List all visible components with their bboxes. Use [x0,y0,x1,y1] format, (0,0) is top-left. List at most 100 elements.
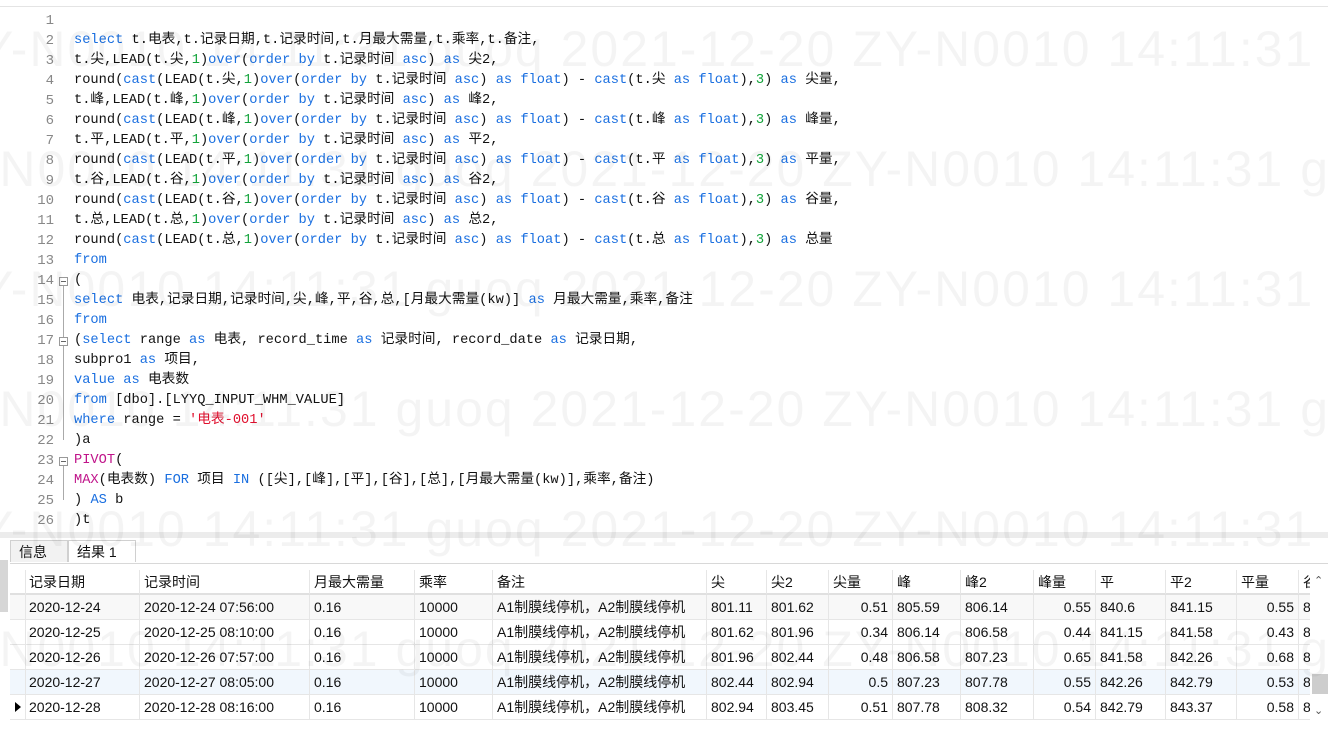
grid-cell[interactable]: 10000 [415,670,493,694]
grid-cell[interactable]: A1制膜线停机，A2制膜线停机 [493,645,707,669]
grid-cell[interactable]: 0.55 [1034,670,1096,694]
grid-cell[interactable]: 843.37 [1166,695,1237,719]
row-indicator[interactable] [10,620,26,645]
grid-cell[interactable]: 807.78 [893,695,961,719]
grid-cell[interactable]: 842.26 [1096,670,1166,694]
scroll-down-icon[interactable]: ⌄ [1314,704,1323,717]
grid-cell[interactable]: 806.14 [893,620,961,644]
sql-editor[interactable]: 1 2 3 4 5 6 7 8 9 10 11 12 13 14 15 16 17 18 19 20 21 22 23 24 2… [0,6,1328,533]
grid-cell[interactable]: 0.58 [1237,695,1299,719]
grid-cell[interactable]: 0.16 [310,620,415,644]
column-header[interactable]: 尖2 [767,570,829,594]
row-indicator[interactable] [10,670,26,695]
code-line[interactable]: select t.电表,t.记录日期,t.记录时间,t.月最大需量,t.乘率,t… [74,31,539,51]
grid-cell[interactable]: 801.96 [707,645,767,669]
grid-cell[interactable]: A1制膜线停机，A2制膜线停机 [493,620,707,644]
grid-cell[interactable]: 0.65 [1034,645,1096,669]
grid-cell[interactable]: 802.94 [707,695,767,719]
code-line[interactable]: t.平,LEAD(t.平,1)over(order by t.记录时间 asc)… [74,131,498,151]
grid-cell[interactable]: 0.5 [829,670,893,694]
grid-cell[interactable]: 840.6 [1096,595,1166,619]
column-header[interactable]: 记录日期 [25,570,140,594]
code-line[interactable]: t.总,LEAD(t.总,1)over(order by t.记录时间 asc)… [74,211,498,231]
grid-cell[interactable]: 806.14 [961,595,1034,619]
scroll-up-icon[interactable]: ⌃ [1314,574,1323,587]
code-line[interactable]: PIVOT( [74,451,123,471]
row-indicator[interactable] [10,695,26,720]
grid-cell[interactable]: A1制膜线停机，A2制膜线停机 [493,670,707,694]
grid-cell[interactable]: 0.34 [829,620,893,644]
column-header[interactable]: 乘率 [415,570,493,594]
grid-cell[interactable]: 2020-12-26 [25,645,140,669]
grid-cell[interactable]: 0.55 [1034,595,1096,619]
column-header[interactable]: 平 [1096,570,1166,594]
grid-cell[interactable]: 806.58 [893,645,961,669]
code-line[interactable]: round(cast(LEAD(t.谷,1)over(order by t.记录… [74,191,841,211]
grid-cell[interactable]: 2020-12-25 [25,620,140,644]
code-line[interactable]: subpro1 as 项目, [74,351,200,371]
row-indicator[interactable] [10,595,26,620]
column-header[interactable]: 峰量 [1034,570,1096,594]
row-indicator[interactable] [10,645,26,670]
grid-cell[interactable]: 10000 [415,595,493,619]
grid-cell[interactable]: 0.16 [310,645,415,669]
left-scrollbar[interactable] [0,560,8,612]
result-grid[interactable]: 记录日期记录时间月最大需量乘率备注尖尖2尖量峰峰2峰量平平2平量谷2020-12… [10,570,1317,720]
grid-cell[interactable]: 2020-12-27 [25,670,140,694]
grid-cell[interactable]: 808.32 [961,695,1034,719]
grid-cell[interactable]: 802.44 [707,670,767,694]
grid-cell[interactable]: 0.51 [829,595,893,619]
grid-cell[interactable]: 10000 [415,645,493,669]
code-line[interactable]: t.尖,LEAD(t.尖,1)over(order by t.记录时间 asc)… [74,51,498,71]
scroll-thumb[interactable] [1312,674,1328,694]
column-header[interactable]: 月最大需量 [310,570,415,594]
column-header[interactable]: 平2 [1166,570,1237,594]
code-line[interactable]: t.峰,LEAD(t.峰,1)over(order by t.记录时间 asc)… [74,91,498,111]
grid-cell[interactable]: 2020-12-28 08:16:00 [140,695,310,719]
grid-cell[interactable]: 0.43 [1237,620,1299,644]
grid-cell[interactable]: 0.68 [1237,645,1299,669]
grid-cell[interactable]: 2020-12-27 08:05:00 [140,670,310,694]
grid-cell[interactable]: 0.53 [1237,670,1299,694]
column-header[interactable]: 备注 [493,570,707,594]
row-indicator[interactable] [10,570,26,595]
grid-cell[interactable]: 842.26 [1166,645,1237,669]
table-row[interactable]: 2020-12-27 2020-12-27 08:05:00 0.16 10000 A1… [10,670,1311,695]
grid-cell[interactable]: 2020-12-24 07:56:00 [140,595,310,619]
grid-cell[interactable]: A1制膜线停机，A2制膜线停机 [493,595,707,619]
code-line[interactable]: MAX(电表数) FOR 项目 IN ([尖],[峰],[平],[谷],[总],… [74,471,654,491]
column-header[interactable]: 平量 [1237,570,1299,594]
column-header[interactable]: 峰 [893,570,961,594]
grid-cell[interactable]: 0.54 [1034,695,1096,719]
code-line[interactable]: t.谷,LEAD(t.谷,1)over(order by t.记录时间 asc)… [74,171,498,191]
grid-cell[interactable]: 807.78 [961,670,1034,694]
grid-cell[interactable]: 842.79 [1166,670,1237,694]
tab-info[interactable]: 信息 [10,540,68,562]
grid-cell[interactable]: 802.44 [767,645,829,669]
grid-cell[interactable]: 2020-12-24 [25,595,140,619]
vertical-scrollbar[interactable]: ⌃ ⌄ [1310,570,1328,720]
grid-cell[interactable]: 841.58 [1166,620,1237,644]
code-line[interactable]: )a [74,431,90,451]
grid-cell[interactable]: 801.11 [707,595,767,619]
code-line[interactable]: where range = '电表-001' [74,411,266,431]
grid-cell[interactable]: 801.62 [707,620,767,644]
column-header[interactable]: 尖 [707,570,767,594]
code-line[interactable]: round(cast(LEAD(t.总,1)over(order by t.记录… [74,231,833,251]
code-line[interactable]: (select range as 电表, record_time as 记录时间… [74,331,638,351]
grid-cell[interactable]: 0.44 [1034,620,1096,644]
fold-toggle-icon[interactable] [59,337,68,346]
grid-cell[interactable]: 0.16 [310,670,415,694]
code-line[interactable]: round(cast(LEAD(t.平,1)over(order by t.记录… [74,151,841,171]
code-line[interactable]: round(cast(LEAD(t.尖,1)over(order by t.记录… [74,71,841,91]
code-line[interactable]: from [74,251,107,271]
grid-cell[interactable]: 0.16 [310,595,415,619]
grid-cell[interactable]: 801.62 [767,595,829,619]
grid-cell[interactable]: 0.48 [829,645,893,669]
grid-cell[interactable]: 2020-12-28 [25,695,140,719]
code-line[interactable]: ( [74,271,82,291]
grid-cell[interactable]: 10000 [415,695,493,719]
grid-cell[interactable]: 0.55 [1237,595,1299,619]
grid-cell[interactable]: 842.79 [1096,695,1166,719]
grid-cell[interactable]: 2020-12-26 07:57:00 [140,645,310,669]
